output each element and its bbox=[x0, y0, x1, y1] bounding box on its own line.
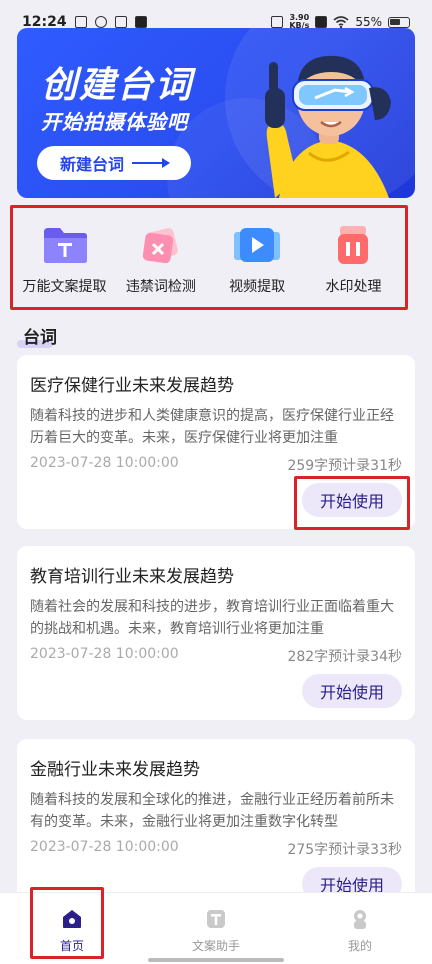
quick-tools-panel: 万能文案提取 违禁词检测 视频提取 水印处理 bbox=[10, 205, 408, 310]
new-script-button[interactable]: 新建台词 bbox=[37, 146, 191, 180]
tool-label: 违禁词检测 bbox=[125, 279, 196, 295]
tool-universal-text-extract[interactable]: 万能文案提取 bbox=[17, 224, 112, 307]
tool-watermark[interactable]: 水印处理 bbox=[306, 224, 401, 307]
banner-subtitle: 开始拍摄体验吧 bbox=[41, 110, 188, 134]
card-description: 随着科技的进步和人类健康意识的提高，医疗保健行业正经历着巨大的变革。未来，医疗保… bbox=[30, 408, 394, 446]
new-script-button-label: 新建台词 bbox=[59, 155, 124, 174]
battery-percent: 55% bbox=[355, 15, 382, 29]
tool-label: 水印处理 bbox=[325, 279, 382, 295]
battery-icon bbox=[388, 16, 410, 28]
vr-person-illustration bbox=[265, 55, 391, 198]
nav-item-text-assistant[interactable]: 文案助手 bbox=[166, 907, 266, 954]
section-title: 台词 bbox=[17, 323, 57, 348]
card-date: 2023-07-28 10:00:00 bbox=[30, 646, 179, 662]
notification-icon bbox=[74, 16, 87, 28]
tool-label: 视频提取 bbox=[229, 279, 286, 295]
nav-item-profile[interactable]: 我的 bbox=[310, 907, 410, 954]
video-play-icon bbox=[234, 228, 281, 262]
card-word-count: 275字预计录33秒 bbox=[287, 842, 402, 858]
card-word-count: 259字预计录31秒 bbox=[287, 458, 402, 474]
home-highlight-box bbox=[30, 887, 104, 959]
tool-prohibited-word-check[interactable]: 违禁词检测 bbox=[113, 224, 208, 307]
card-word-count: 282字预计录34秒 bbox=[287, 649, 402, 665]
text-assistant-icon bbox=[207, 910, 225, 928]
system-home-indicator[interactable] bbox=[148, 958, 284, 962]
watermark-icon bbox=[338, 226, 369, 264]
button-highlight-box bbox=[294, 476, 410, 530]
wifi-icon bbox=[333, 16, 349, 28]
nav-label: 我的 bbox=[347, 939, 372, 953]
prohibited-word-icon bbox=[142, 228, 178, 264]
card-title: 医疗保健行业未来发展趋势 bbox=[30, 376, 234, 396]
banner-title: 创建台词 bbox=[41, 65, 194, 106]
tool-video-extract[interactable]: 视频提取 bbox=[210, 224, 305, 307]
card-title: 教育培训行业未来发展趋势 bbox=[30, 567, 234, 587]
card-date: 2023-07-28 10:00:00 bbox=[30, 455, 179, 471]
card-description: 随着社会的发展和科技的进步，教育培训行业正面临着重大的挑战和机遇。未来，教育培训… bbox=[30, 599, 394, 637]
tiktok-icon bbox=[134, 16, 147, 28]
script-card[interactable]: 教育培训行业未来发展趋势 随着社会的发展和科技的进步，教育培训行业正面临着重大的… bbox=[17, 546, 415, 720]
card-description: 随着科技的发展和全球化的推进，金融行业正经历着前所未有的变革。未来，金融行业将更… bbox=[30, 792, 394, 830]
app-notification-icon bbox=[94, 16, 107, 28]
tool-label: 万能文案提取 bbox=[22, 279, 107, 295]
create-script-banner[interactable]: 创建台词 开始拍摄体验吧 新建台词 bbox=[17, 28, 415, 198]
gallery-icon bbox=[114, 16, 127, 28]
arrow-right-icon bbox=[132, 158, 170, 168]
card-date: 2023-07-28 10:00:00 bbox=[30, 839, 179, 855]
start-use-button[interactable]: 开始使用 bbox=[302, 674, 402, 708]
vibrate-icon bbox=[271, 16, 284, 28]
card-title: 金融行业未来发展趋势 bbox=[30, 760, 200, 780]
profile-icon bbox=[354, 910, 366, 929]
folder-text-icon bbox=[43, 228, 87, 263]
nav-label: 文案助手 bbox=[191, 939, 240, 953]
sim-icon bbox=[315, 16, 328, 28]
